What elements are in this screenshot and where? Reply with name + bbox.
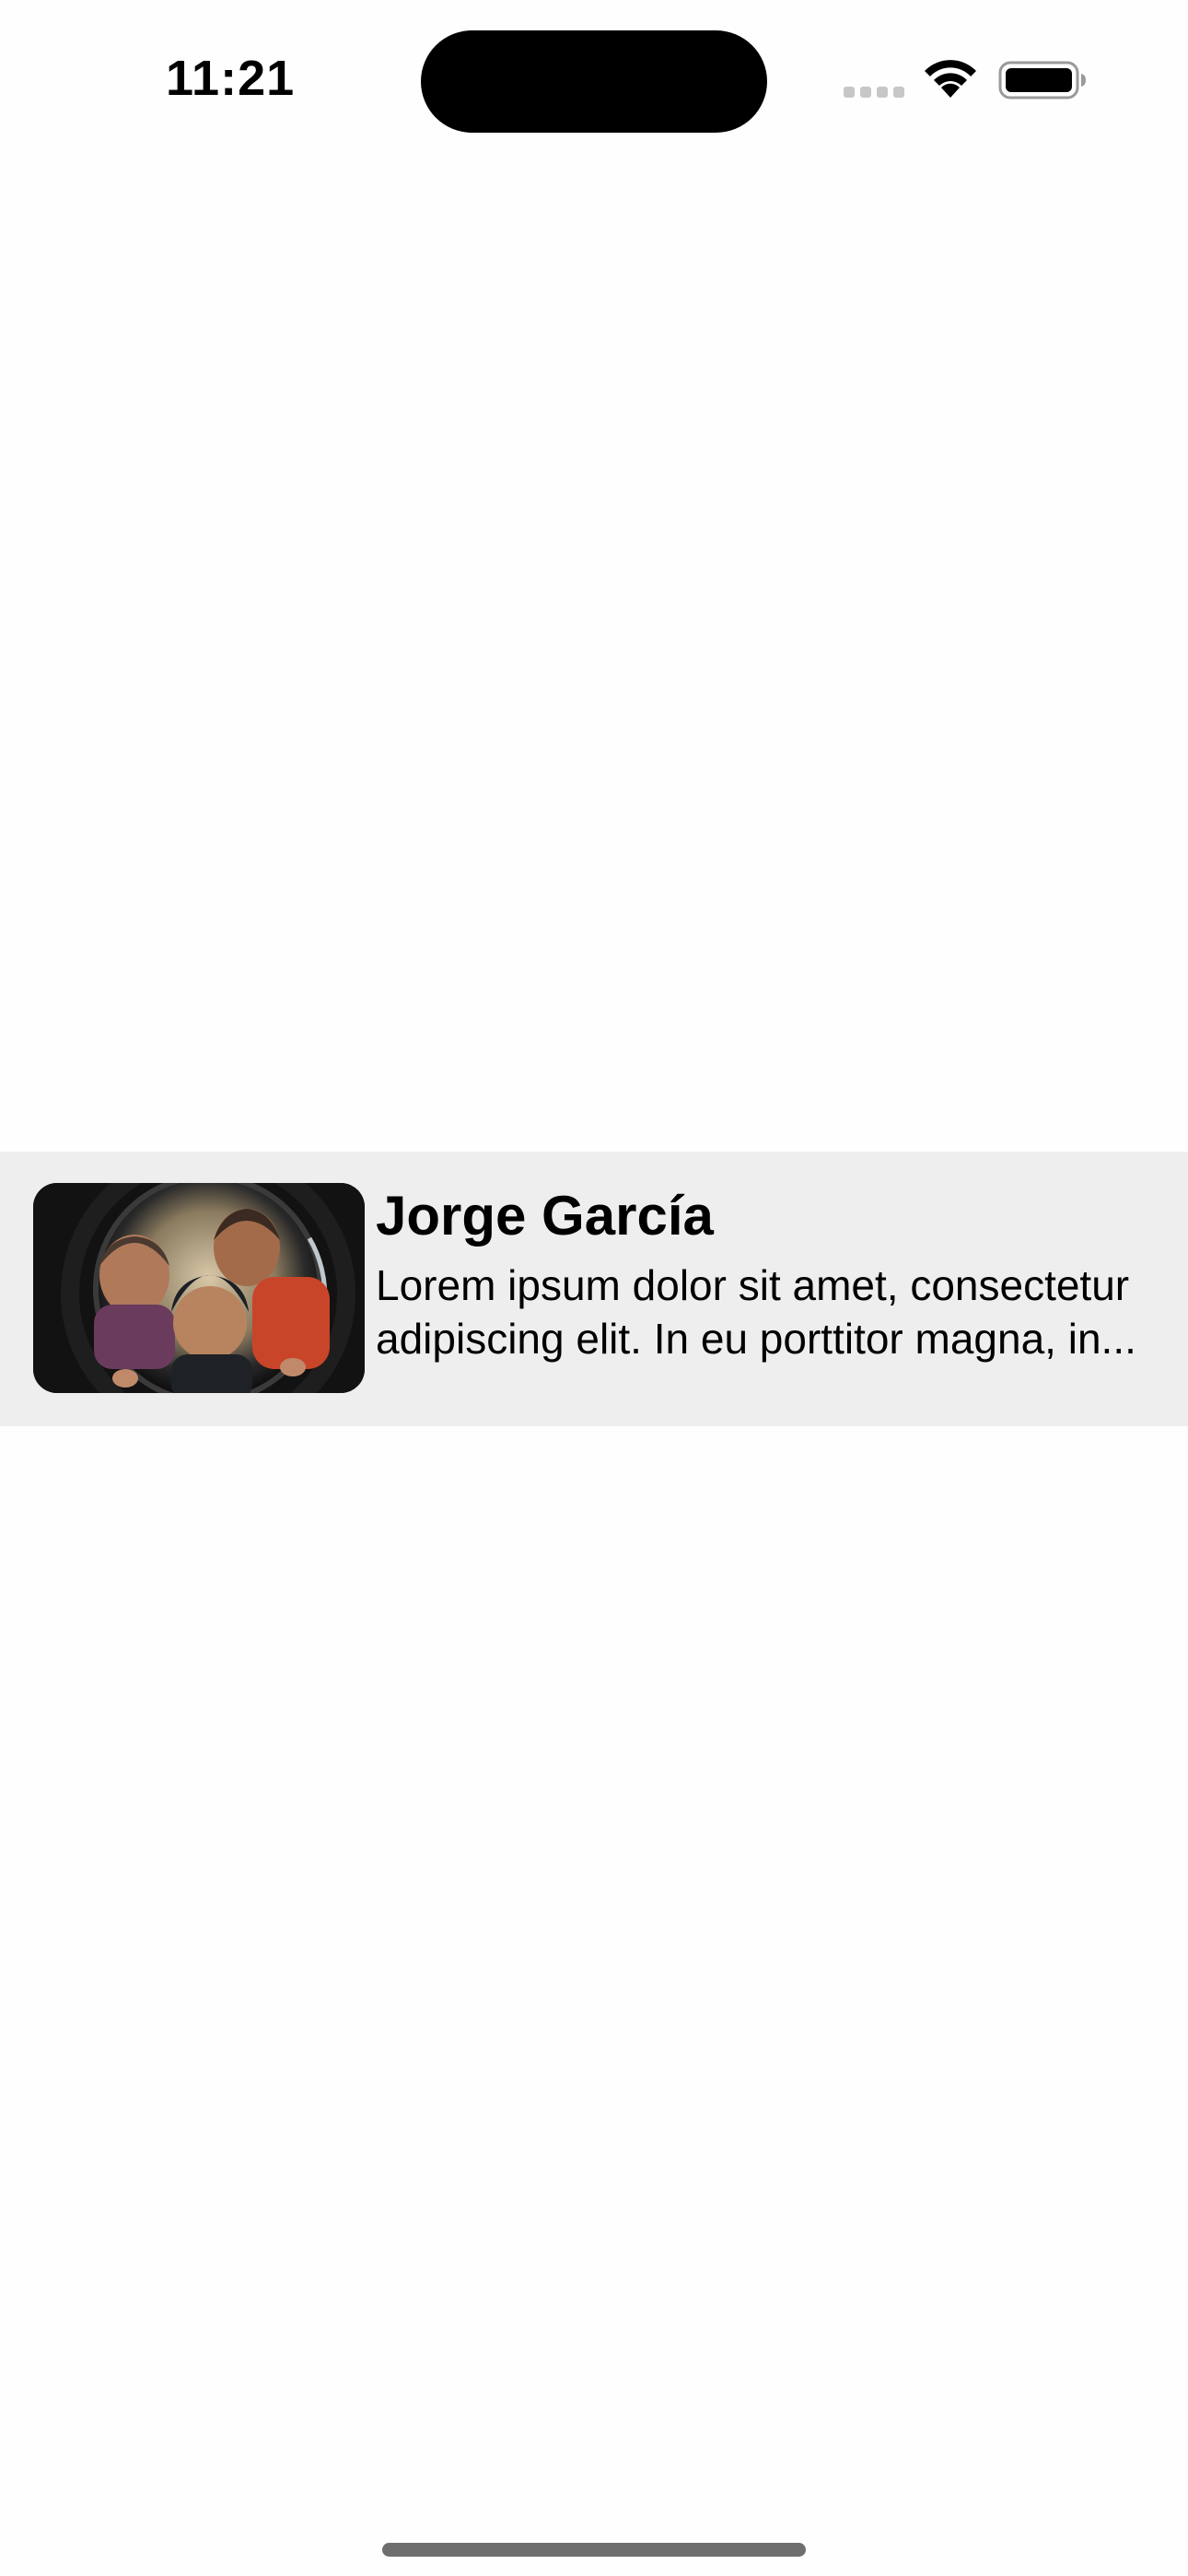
app-screen: 11:21 Jorge García Lorem ipsum dolor sit… (0, 0, 1188, 2576)
cellular-signal-icon (844, 87, 904, 98)
battery-icon (998, 61, 1086, 100)
status-time: 11:21 (166, 51, 296, 106)
wifi-icon (925, 60, 976, 98)
list-item-thumbnail (33, 1183, 365, 1393)
list-item-text: Jorge García Lorem ipsum dolor sit amet,… (376, 1181, 1188, 1365)
list-item-title: Jorge García (376, 1185, 714, 1247)
home-indicator[interactable] (382, 2543, 806, 2557)
list-item[interactable]: Jorge García Lorem ipsum dolor sit amet,… (0, 1152, 1188, 1426)
children-looking-into-tube-photo (33, 1183, 365, 1393)
status-bar: 11:21 (0, 0, 1188, 157)
dynamic-island (421, 30, 767, 133)
list-item-body: Lorem ipsum dolor sit amet, consectetur … (376, 1261, 1136, 1363)
